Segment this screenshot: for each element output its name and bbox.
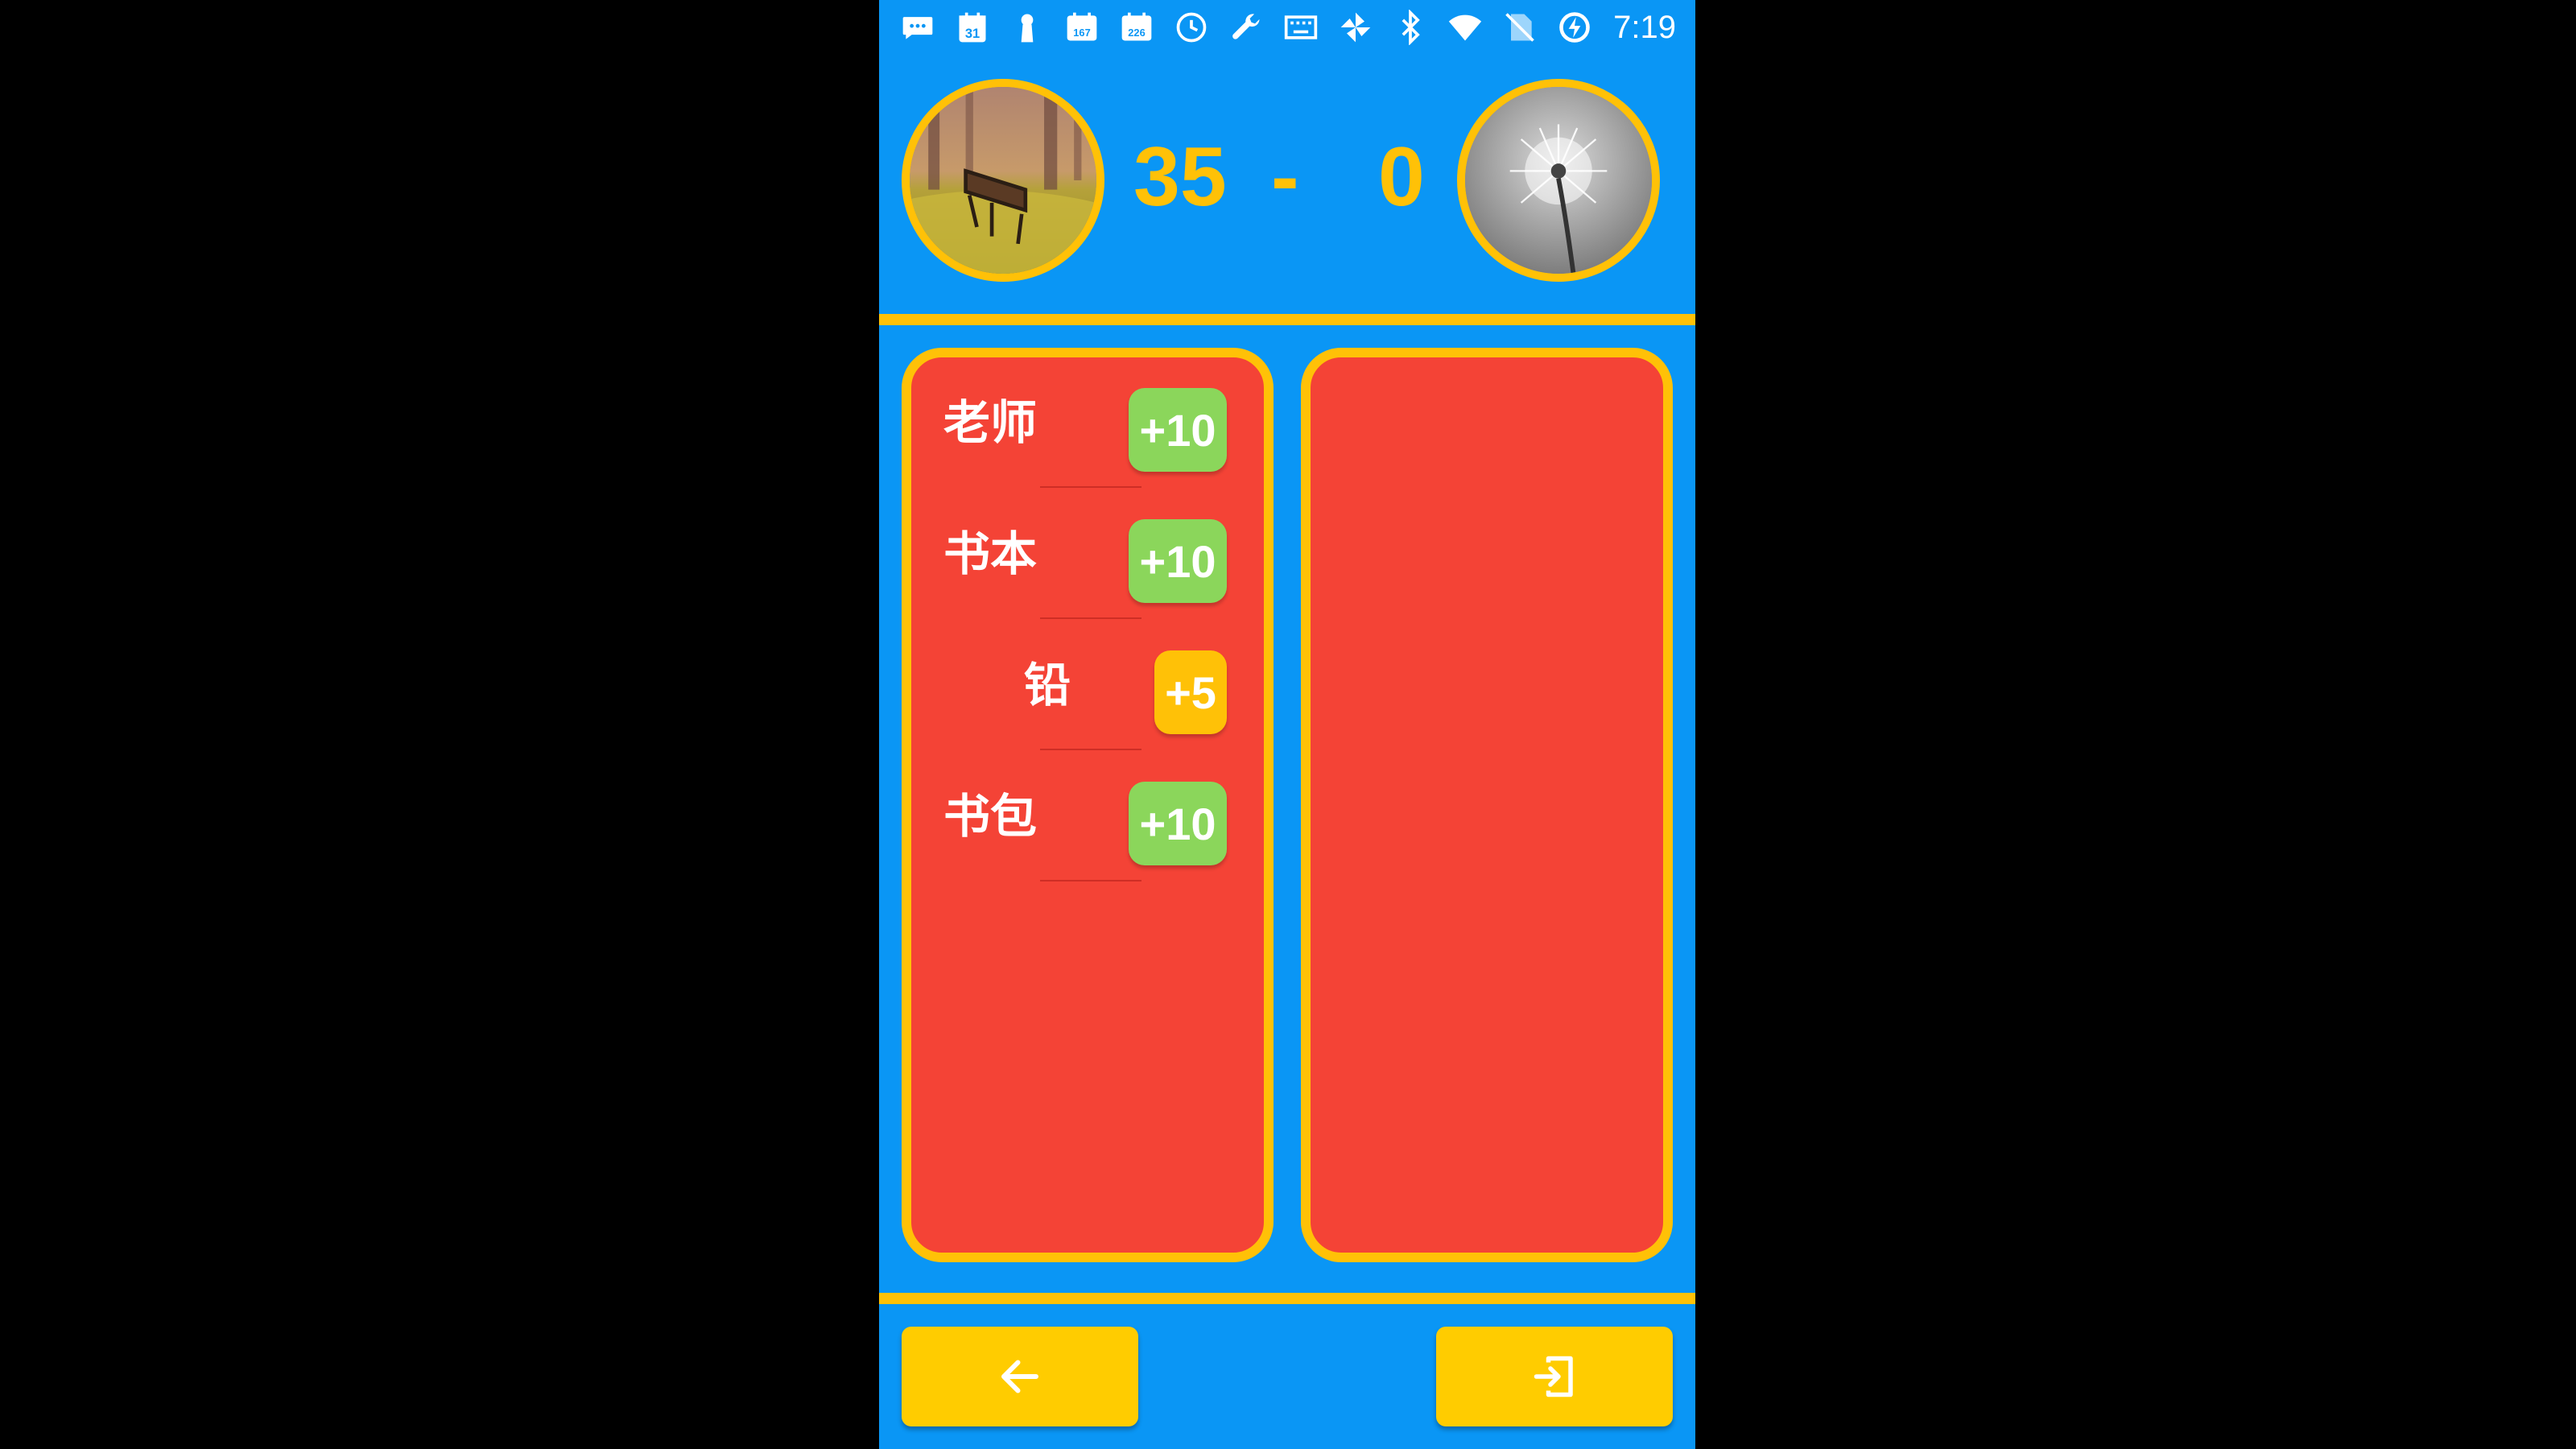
calendar-day-text: 31 xyxy=(965,27,980,41)
points-badge: +5 xyxy=(1154,650,1227,734)
opponent-word-panel xyxy=(1301,348,1673,1262)
row-divider xyxy=(1040,617,1141,619)
word-row[interactable]: 书本 +10 xyxy=(911,513,1264,619)
word-playfield: 老师 +10 书本 +10 铅 +5 书包 +10 xyxy=(879,325,1695,1293)
word-text: 老师 xyxy=(943,395,1038,450)
battery-charging-icon xyxy=(1555,8,1594,47)
word-row[interactable]: 老师 +10 xyxy=(911,382,1264,488)
phone-screen: 31 167 226 7:19 35 - 0 老师 +10 书本 +10 铅 +… xyxy=(879,0,1695,1449)
word-text: 书本 xyxy=(943,526,1038,581)
no-sim-icon xyxy=(1501,8,1539,47)
notification-icons: 31 167 226 xyxy=(898,8,1375,47)
badge-226-text: 226 xyxy=(1128,27,1145,39)
word-text: 铅 xyxy=(1024,658,1071,712)
bluetooth-icon xyxy=(1391,8,1430,47)
player-score: 35 xyxy=(1133,130,1227,224)
opponent-avatar[interactable] xyxy=(1457,79,1660,282)
status-time: 7:19 xyxy=(1613,9,1676,45)
points-badge: +10 xyxy=(1129,388,1227,472)
exit-icon xyxy=(1534,1356,1573,1397)
bottom-bar xyxy=(879,1304,1695,1449)
clock-icon xyxy=(1172,8,1211,47)
dandelion-image xyxy=(1465,87,1652,274)
exit-button[interactable] xyxy=(1436,1327,1673,1426)
opponent-score: 0 xyxy=(1378,130,1425,224)
calendar-167-icon: 167 xyxy=(1063,8,1101,47)
calendar-icon: 31 xyxy=(953,8,992,47)
points-badge: +10 xyxy=(1129,519,1227,603)
word-row[interactable]: 书包 +10 xyxy=(911,775,1264,881)
status-bar: 31 167 226 7:19 xyxy=(879,0,1695,55)
header-divider xyxy=(879,314,1695,325)
park-bench-image xyxy=(910,87,1096,274)
back-button[interactable] xyxy=(902,1327,1138,1426)
system-icons: 7:19 xyxy=(1391,8,1676,47)
points-badge: +10 xyxy=(1129,782,1227,865)
scoreboard-header: 35 - 0 xyxy=(879,55,1695,314)
badge-167-text: 167 xyxy=(1073,27,1090,39)
arrow-left-icon xyxy=(1001,1360,1038,1393)
player-word-panel: 老师 +10 书本 +10 铅 +5 书包 +10 xyxy=(902,348,1274,1262)
score-separator: - xyxy=(1271,130,1299,224)
row-divider xyxy=(1040,880,1141,881)
calendar-226-icon: 226 xyxy=(1117,8,1156,47)
player-avatar[interactable] xyxy=(902,79,1104,282)
footer-divider xyxy=(879,1293,1695,1304)
pinwheel-icon xyxy=(1336,8,1375,47)
keyhole-icon xyxy=(1008,8,1046,47)
row-divider xyxy=(1040,749,1141,750)
keyboard-icon xyxy=(1282,8,1320,47)
word-row[interactable]: 铅 +5 xyxy=(911,644,1264,750)
wrench-icon xyxy=(1227,8,1265,47)
row-divider xyxy=(1040,486,1141,488)
word-text: 书包 xyxy=(943,789,1038,844)
chat-icon xyxy=(898,8,937,47)
wifi-icon xyxy=(1446,8,1484,47)
